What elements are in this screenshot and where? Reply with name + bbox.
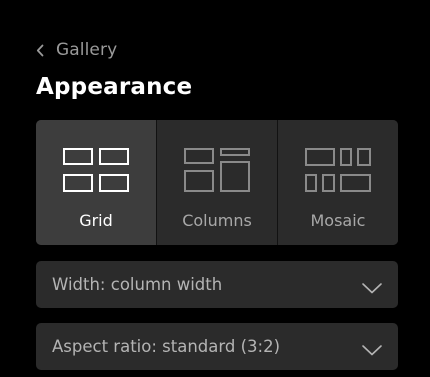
page-title: Appearance: [36, 74, 193, 100]
layout-option-columns[interactable]: Columns: [156, 120, 277, 245]
aspect-ratio-dropdown[interactable]: Aspect ratio: standard (3:2): [36, 323, 398, 370]
chevron-down-icon: [362, 341, 382, 360]
layout-option-grid[interactable]: Grid: [36, 120, 156, 245]
chevron-left-icon: [36, 44, 44, 57]
width-dropdown[interactable]: Width: column width: [36, 261, 398, 308]
layout-option-label: Grid: [79, 211, 113, 230]
back-to-gallery-link[interactable]: Gallery: [36, 37, 117, 63]
aspect-ratio-dropdown-value: Aspect ratio: standard (3:2): [52, 337, 281, 356]
layout-option-label: Columns: [182, 211, 252, 230]
back-label: Gallery: [56, 40, 118, 60]
layout-option-mosaic[interactable]: Mosaic: [277, 120, 398, 245]
appearance-panel: Gallery Appearance Grid Columns Mosaic W…: [0, 0, 430, 377]
layout-selector: Grid Columns Mosaic: [36, 120, 398, 245]
chevron-down-icon: [362, 279, 382, 298]
width-dropdown-value: Width: column width: [52, 275, 223, 294]
layout-option-label: Mosaic: [310, 211, 366, 230]
